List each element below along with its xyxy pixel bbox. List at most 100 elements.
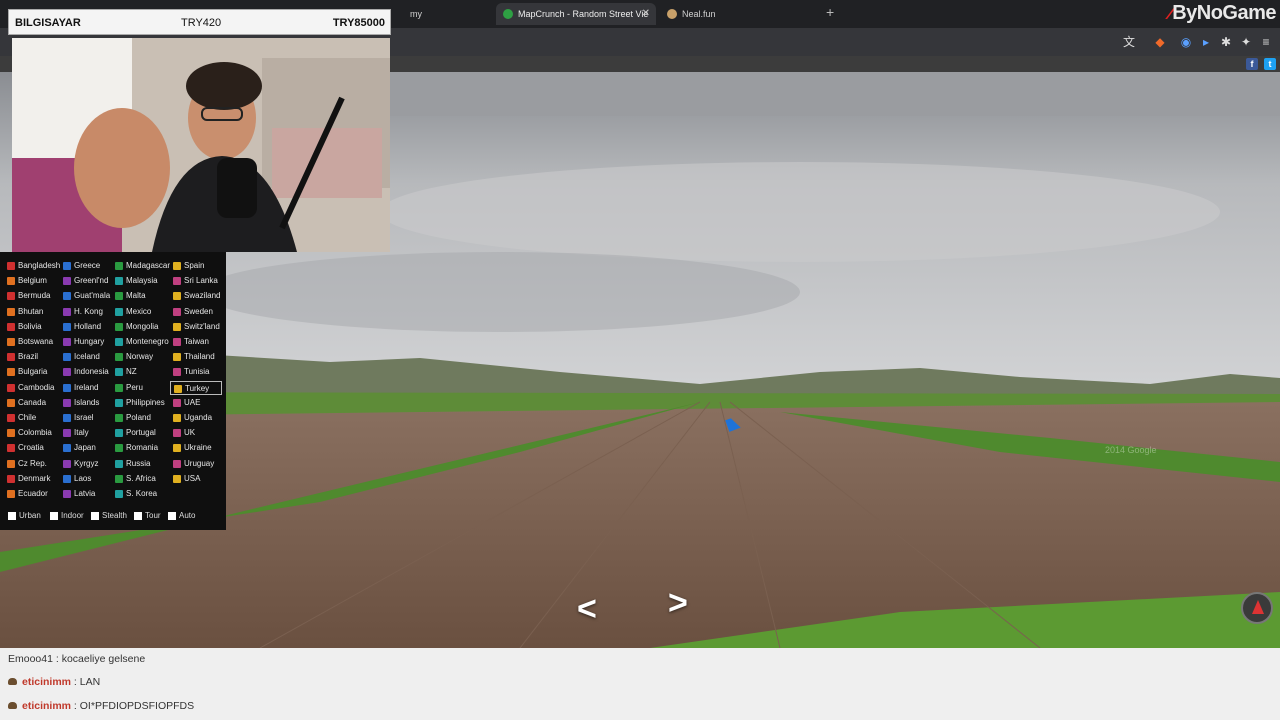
country-option[interactable]: Croatia <box>4 441 58 455</box>
country-option[interactable]: Spain <box>170 259 222 273</box>
new-tab-button[interactable]: + <box>826 4 834 20</box>
flag-icon <box>115 353 123 362</box>
facebook-icon[interactable]: f <box>1246 58 1258 70</box>
compass-icon[interactable] <box>1241 592 1273 624</box>
country-option[interactable]: Cz Rep. <box>4 457 58 471</box>
country-option[interactable]: Mongolia <box>112 320 168 334</box>
country-option[interactable]: Holland <box>60 320 110 334</box>
option-checkbox-tour[interactable]: Tour <box>134 510 161 522</box>
country-option[interactable]: Laos <box>60 472 110 486</box>
country-option[interactable]: Israel <box>60 411 110 425</box>
country-option[interactable]: Ukraine <box>170 441 222 455</box>
close-tab-icon[interactable]: ✕ <box>642 3 650 25</box>
country-option[interactable]: Madagascar <box>112 259 170 273</box>
twitter-icon[interactable]: t <box>1264 58 1276 70</box>
country-option[interactable]: Denmark <box>4 472 58 486</box>
country-option[interactable]: S. Korea <box>112 487 168 501</box>
option-checkbox-indoor[interactable]: Indoor <box>50 510 84 522</box>
country-label: Mexico <box>126 306 152 316</box>
country-option[interactable]: Uruguay <box>170 457 222 471</box>
country-option[interactable]: Peru <box>112 381 168 395</box>
country-label: Taiwan <box>184 337 209 346</box>
country-option[interactable]: UK <box>170 426 222 440</box>
country-option[interactable]: S. Africa <box>112 472 168 486</box>
checkbox-icon[interactable] <box>8 512 16 520</box>
country-option[interactable]: Bolivia <box>4 320 58 334</box>
country-option[interactable]: Iceland <box>60 350 110 364</box>
tab-nealfun[interactable]: Neal.fun <box>660 3 820 25</box>
country-option[interactable]: Bermuda <box>4 289 58 303</box>
country-option[interactable]: Portugal <box>112 426 168 440</box>
country-option[interactable]: Ireland <box>60 381 110 395</box>
audio-icon[interactable]: ▸ <box>1198 34 1214 50</box>
country-option[interactable]: Sweden <box>170 305 222 319</box>
country-option[interactable]: Japan <box>60 441 110 455</box>
country-option[interactable]: Philippines <box>112 396 168 410</box>
country-label: Sri Lanka <box>184 276 218 286</box>
flag-icon <box>115 322 123 331</box>
country-option[interactable]: Norway <box>112 350 168 364</box>
checkbox-icon[interactable] <box>50 512 58 520</box>
country-option[interactable]: Taiwan <box>170 335 222 349</box>
country-option[interactable]: Russia <box>112 457 168 471</box>
country-option[interactable]: Kyrgyz <box>60 457 110 471</box>
country-option[interactable]: Mexico <box>112 305 168 319</box>
country-option[interactable]: Swaziland <box>170 289 222 303</box>
country-option[interactable]: H. Kong <box>60 305 110 319</box>
option-checkbox-urban[interactable]: Urban <box>8 510 41 522</box>
country-option[interactable]: Colombia <box>4 426 58 440</box>
brave-shield-icon[interactable]: ◆ <box>1152 34 1168 50</box>
country-option[interactable]: USA <box>170 472 222 486</box>
country-option[interactable]: Montenegro <box>112 335 169 349</box>
country-option[interactable]: Poland <box>112 411 168 425</box>
country-option[interactable]: Bulgaria <box>4 365 58 379</box>
country-option[interactable]: Malaysia <box>112 274 168 288</box>
country-option[interactable]: Malta <box>112 289 168 303</box>
nav-arrow-back[interactable]: < <box>577 590 597 629</box>
country-option[interactable]: Indonesia <box>60 365 110 379</box>
country-option[interactable]: Canada <box>4 396 58 410</box>
flag-icon <box>115 307 123 316</box>
country-label: Uganda <box>184 413 213 422</box>
country-option[interactable]: Brazil <box>4 350 58 364</box>
country-label: Belgium <box>18 276 47 286</box>
extension-icon[interactable]: ◉ <box>1178 34 1194 50</box>
puzzle-icon[interactable]: ✱ <box>1218 34 1234 50</box>
country-option[interactable]: Sri Lanka <box>170 274 222 288</box>
country-option[interactable]: Switz'land <box>170 320 222 334</box>
country-option[interactable]: Bhutan <box>4 305 58 319</box>
country-option[interactable]: Ecuador <box>4 487 58 501</box>
country-option[interactable]: Turkey <box>170 380 222 395</box>
translate-icon[interactable]: 文 <box>1121 34 1137 50</box>
country-option[interactable]: Greenl'nd <box>60 274 110 288</box>
checkbox-icon[interactable] <box>91 512 99 520</box>
tab-mapcrunch[interactable]: MapCrunch - Random Street Vie ✕ <box>496 3 656 25</box>
country-option[interactable]: Hungary <box>60 335 110 349</box>
country-option[interactable]: Belgium <box>4 274 58 288</box>
nav-arrow-forward[interactable]: > <box>668 584 688 623</box>
country-option[interactable]: Thailand <box>170 350 222 364</box>
sparkle-icon[interactable]: ✦ <box>1238 34 1254 50</box>
country-option[interactable]: Italy <box>60 426 110 440</box>
country-option[interactable]: Uganda <box>170 411 222 425</box>
country-option[interactable]: UAE <box>170 396 222 410</box>
tab-other[interactable]: my <box>388 3 488 25</box>
country-option[interactable]: Greece <box>60 259 110 273</box>
country-option[interactable]: Latvia <box>60 487 110 501</box>
country-option[interactable]: Botswana <box>4 335 58 349</box>
option-checkbox-stealth[interactable]: Stealth <box>91 510 127 522</box>
country-option[interactable]: NZ <box>112 365 168 379</box>
country-option[interactable]: Bangladesh <box>4 259 60 273</box>
score-overlay: BILGISAYAR TRY420 TRY85000 <box>8 9 391 35</box>
checkbox-icon[interactable] <box>134 512 142 520</box>
country-option[interactable]: Cambodia <box>4 381 58 395</box>
country-option[interactable]: Guat'mala <box>60 289 110 303</box>
country-option[interactable]: Romania <box>112 441 168 455</box>
menu-icon[interactable]: ≡ <box>1258 34 1274 50</box>
country-option[interactable]: Tunisia <box>170 365 222 379</box>
checkbox-icon[interactable] <box>168 512 176 520</box>
country-option[interactable]: Islands <box>60 396 110 410</box>
option-checkbox-auto[interactable]: Auto <box>168 510 195 522</box>
country-label: Botswana <box>18 337 54 346</box>
country-option[interactable]: Chile <box>4 411 58 425</box>
